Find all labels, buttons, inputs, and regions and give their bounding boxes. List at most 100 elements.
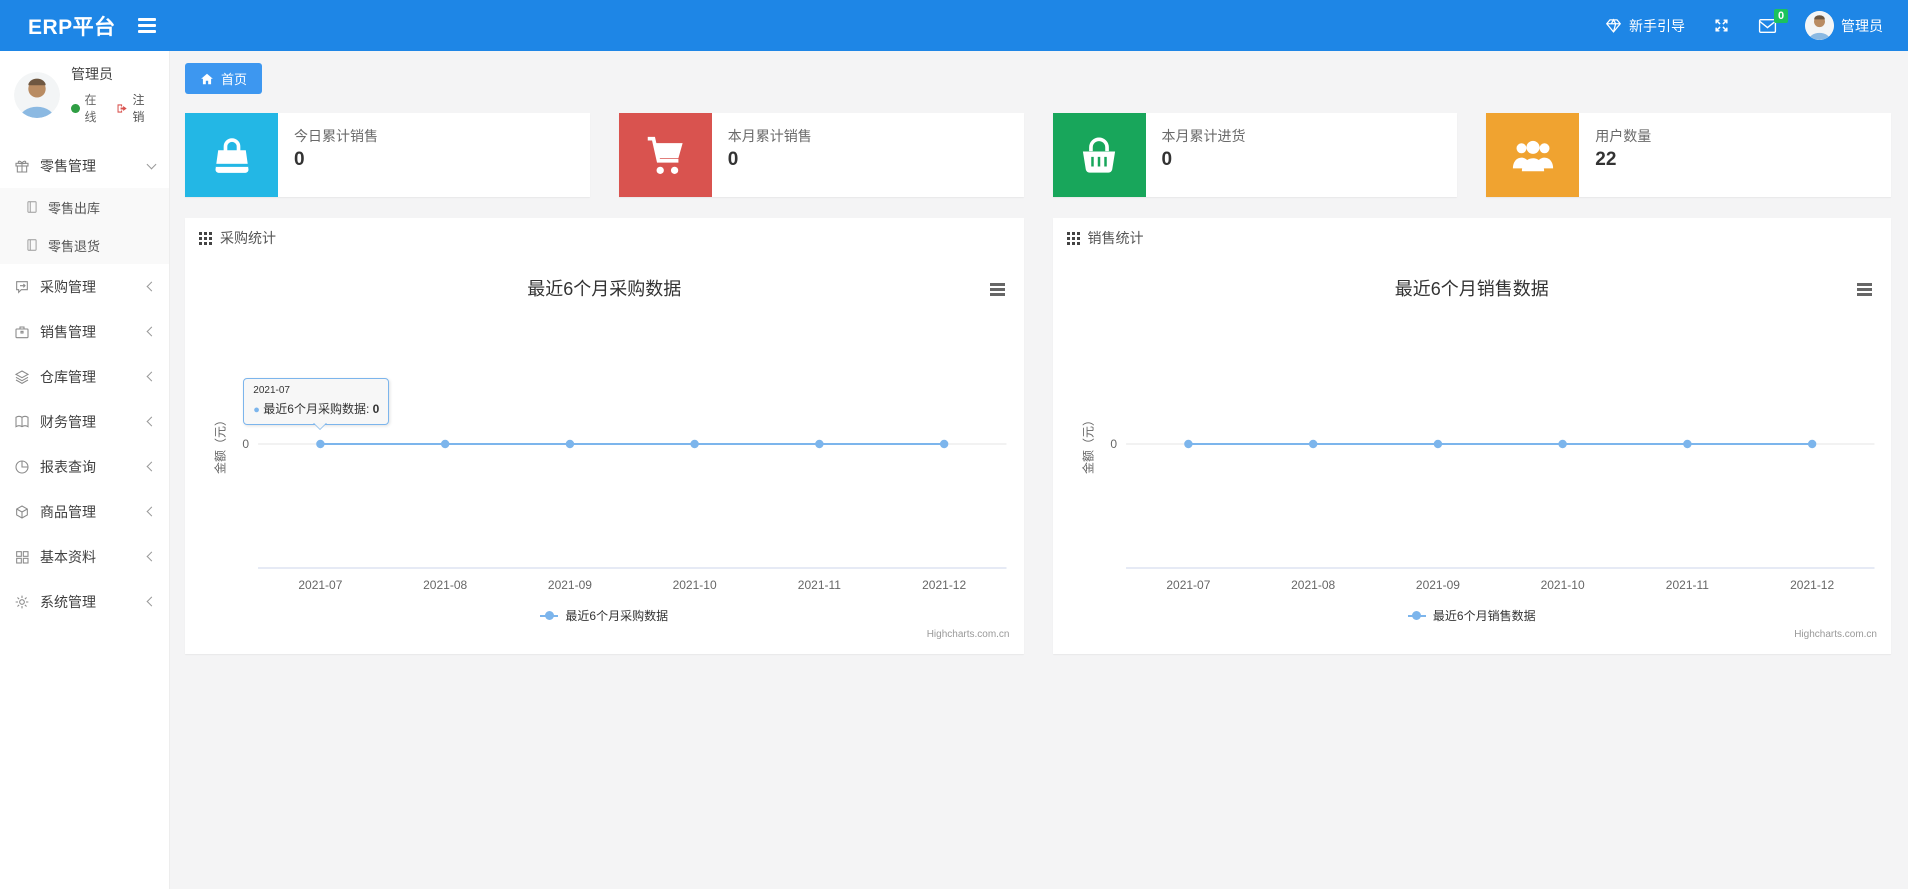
legend-marker-icon xyxy=(1407,611,1426,620)
sidebar-item-basic-data[interactable]: 基本资料 xyxy=(0,534,169,579)
stat-card-label: 今日累计销售 xyxy=(294,128,378,144)
bag-icon xyxy=(185,113,278,197)
sidebar-item-label: 零售退货 xyxy=(48,238,101,254)
svg-text:2021-08: 2021-08 xyxy=(423,578,467,592)
messages-button[interactable]: 0 xyxy=(1758,8,1788,34)
stat-card-user-count[interactable]: 用户数量 22 xyxy=(1486,113,1891,197)
tab-home[interactable]: 首页 xyxy=(185,63,263,94)
svg-text:2021-07: 2021-07 xyxy=(1166,578,1210,592)
sidebar-item-system[interactable]: 系统管理 xyxy=(0,579,169,624)
th-grid-icon xyxy=(1066,231,1080,245)
navbar-username: 管理员 xyxy=(1841,17,1883,34)
stat-card-value: 0 xyxy=(727,149,739,170)
layers-icon xyxy=(14,369,30,385)
guide-button[interactable]: 新手引导 xyxy=(1605,16,1685,36)
stat-cards-row: 今日累计销售 0 本月累计销售 0 本月累计进货 0 用户数量 22 xyxy=(185,113,1891,197)
highcharts-credits-link[interactable]: Highcharts.com.cn xyxy=(1794,629,1877,640)
sidebar-item-goods[interactable]: 商品管理 xyxy=(0,489,169,534)
chart-legend-item[interactable]: 最近6个月采购数据 xyxy=(185,607,1024,624)
stat-card-value: 0 xyxy=(1161,149,1173,170)
panel-sales-stats: 销售统计 0 2021-07 2021-08 2021-09 2021-10 2021-1… xyxy=(1052,218,1892,654)
svg-text:2021-12: 2021-12 xyxy=(922,578,966,592)
sidebar-item-retail-outbound[interactable]: 零售出库 xyxy=(0,188,169,226)
chart-legend-item[interactable]: 最近6个月销售数据 xyxy=(1053,607,1892,624)
chart-canvas: 0 2021-07 2021-08 2021-09 2021-10 2021-11 2021… xyxy=(1110,437,1874,592)
svg-text:2021-12: 2021-12 xyxy=(1790,578,1834,592)
stat-card-month-purchase[interactable]: 本月累计进货 0 xyxy=(1052,113,1458,197)
stat-card-month-sales[interactable]: 本月累计销售 0 xyxy=(618,113,1024,197)
gift-icon xyxy=(14,158,30,174)
chat-icon xyxy=(14,279,30,295)
panel-header: 采购统计 xyxy=(185,218,1024,258)
tooltip-point-icon: ● xyxy=(253,404,260,416)
sidebar-item-retail[interactable]: 零售管理 xyxy=(0,143,169,188)
stat-card-label: 本月累计销售 xyxy=(727,128,812,144)
message-count-badge: 0 xyxy=(1774,8,1788,23)
online-status-label: 在线 xyxy=(84,93,97,124)
package-icon xyxy=(14,504,30,520)
chevron-left-icon xyxy=(146,551,157,562)
chevron-left-icon xyxy=(146,281,157,292)
svg-text:2021-08: 2021-08 xyxy=(1291,578,1335,592)
svg-text:2021-10: 2021-10 xyxy=(1540,578,1584,592)
fullscreen-icon xyxy=(1715,19,1728,32)
svg-text:2021-09: 2021-09 xyxy=(1415,578,1459,592)
chart-y-axis-title: 金额（元） xyxy=(1081,413,1095,475)
grid-icon xyxy=(14,549,30,565)
sidebar-item-warehouse[interactable]: 仓库管理 xyxy=(0,354,169,399)
chart-tooltip: 2021-07 ● 最近6个月采购数据: 0 xyxy=(243,378,390,430)
pie-chart-icon xyxy=(14,459,30,475)
avatar xyxy=(1805,11,1834,40)
panel-title: 销售统计 xyxy=(1087,230,1144,246)
panel-purchase-stats: 采购统计 0 2021-07 2021-08 2021-09 2021-10 2021-1… xyxy=(185,218,1024,654)
sidebar-toggle-icon[interactable] xyxy=(137,18,156,33)
tooltip-header: 2021-07 xyxy=(253,385,290,396)
logout-link[interactable]: 注销 xyxy=(116,91,155,125)
chart-panels-row: 采购统计 0 2021-07 2021-08 2021-09 2021-10 2021-1… xyxy=(185,218,1891,654)
chart-context-menu-icon[interactable] xyxy=(1854,280,1875,299)
home-icon xyxy=(201,73,213,84)
sidebar-item-sales[interactable]: 销售管理 xyxy=(0,309,169,354)
tooltip-body: ● 最近6个月采购数据: 0 xyxy=(253,402,380,416)
sidebar-user-panel: 管理员 在线 注销 xyxy=(0,51,169,137)
tab-label: 首页 xyxy=(221,72,248,87)
chart-context-menu-icon[interactable] xyxy=(987,280,1008,299)
stat-card-value: 0 xyxy=(294,149,305,170)
stat-card-label: 本月累计进货 xyxy=(1161,128,1246,144)
chart-y-axis-title: 金额（元） xyxy=(213,413,228,475)
chevron-left-icon xyxy=(146,461,157,472)
cart-icon xyxy=(618,113,712,197)
fullscreen-button[interactable] xyxy=(1713,17,1730,34)
chart-canvas: 0 2021-07 2021-08 2021-09 2021-10 2021-11 2021… xyxy=(242,437,1007,592)
svg-text:2021-11: 2021-11 xyxy=(1665,578,1708,592)
chevron-left-icon xyxy=(146,596,157,607)
basket-icon xyxy=(1052,113,1146,197)
panel-title: 采购统计 xyxy=(220,230,276,246)
sidebar-item-label: 商品管理 xyxy=(40,503,96,520)
sidebar: 管理员 在线 注销 零售管理 零售出库 零售退货 采购管理 销售管理 仓库管理 … xyxy=(0,51,170,889)
sidebar-item-label: 基本资料 xyxy=(40,548,96,565)
highcharts-credits-link[interactable]: Highcharts.com.cn xyxy=(927,629,1010,640)
users-icon xyxy=(1486,113,1580,197)
chevron-left-icon xyxy=(146,416,157,427)
chevron-left-icon xyxy=(146,506,157,517)
svg-text:0: 0 xyxy=(242,437,249,451)
svg-text:2021-09: 2021-09 xyxy=(548,578,592,592)
sidebar-item-purchase[interactable]: 采购管理 xyxy=(0,264,169,309)
diamond-icon xyxy=(1605,18,1622,33)
chevron-down-icon xyxy=(146,159,157,169)
journal-icon xyxy=(25,200,39,214)
sidebar-item-retail-return[interactable]: 零售退货 xyxy=(0,226,169,264)
briefcase-icon xyxy=(14,324,30,340)
sidebar-item-label: 仓库管理 xyxy=(40,368,96,385)
tab-bar: 首页 xyxy=(185,57,1891,100)
purchase-chart: 0 2021-07 2021-08 2021-09 2021-10 2021-11 2021… xyxy=(185,258,1024,654)
sidebar-item-reports[interactable]: 报表查询 xyxy=(0,444,169,489)
chart-title: 最近6个月销售数据 xyxy=(1394,279,1549,299)
sidebar-item-label: 采购管理 xyxy=(40,278,96,295)
stat-card-today-sales[interactable]: 今日累计销售 0 xyxy=(185,113,590,197)
svg-text:0: 0 xyxy=(1110,437,1117,451)
user-menu[interactable]: 管理员 xyxy=(1805,11,1883,40)
book-icon xyxy=(14,414,30,430)
sidebar-item-finance[interactable]: 财务管理 xyxy=(0,399,169,444)
